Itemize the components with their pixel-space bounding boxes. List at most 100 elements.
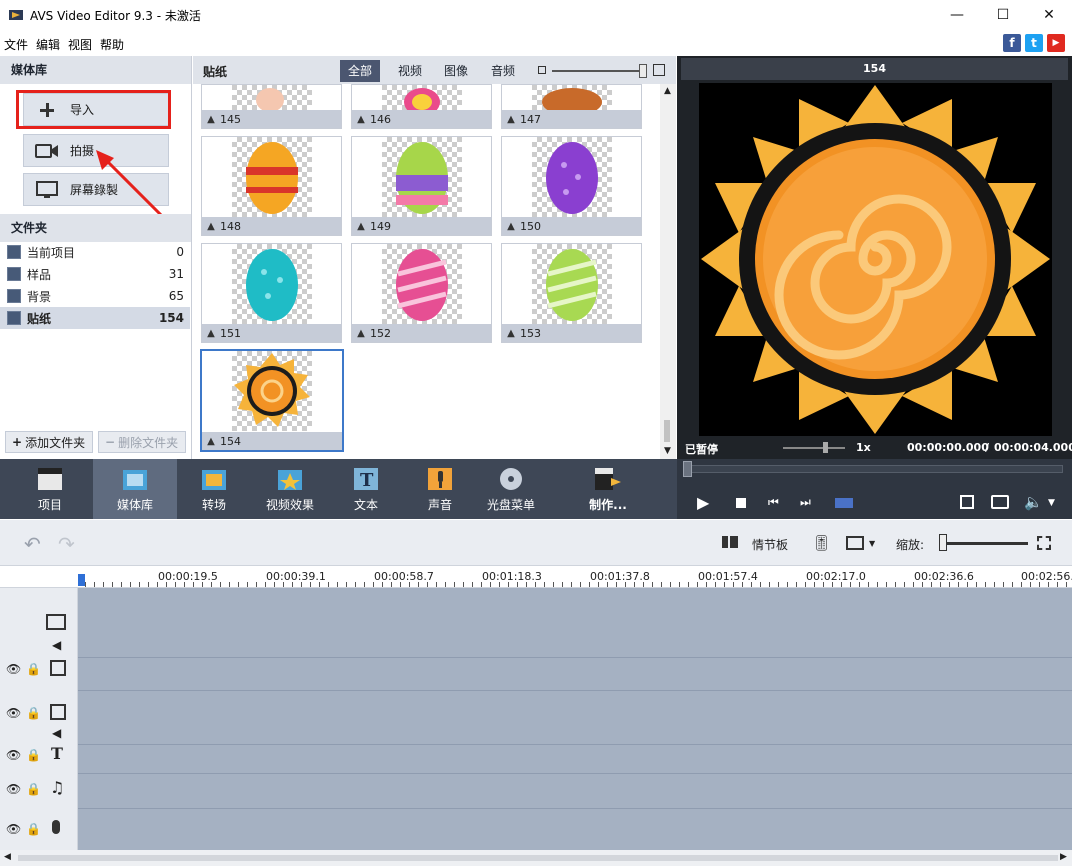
menu-help[interactable]: 帮助 xyxy=(100,36,124,53)
play-icon[interactable]: ▶ xyxy=(697,493,709,512)
snapshot-camera-icon[interactable] xyxy=(991,495,1009,509)
speed-value[interactable]: 1x xyxy=(856,441,871,454)
tool-project[interactable]: 项目 xyxy=(10,459,90,519)
zoom-slider-handle[interactable] xyxy=(939,534,947,551)
scroll-down-icon[interactable]: ▼ xyxy=(664,446,671,456)
large-thumb-icon[interactable] xyxy=(653,64,665,76)
menu-edit[interactable]: 编辑 xyxy=(36,36,60,53)
lock-icon[interactable]: 🔒 xyxy=(26,662,41,676)
thumb-size-slider[interactable] xyxy=(552,70,646,72)
tool-produce[interactable]: 制作... xyxy=(570,459,646,519)
speaker-icon[interactable]: 🔈 xyxy=(1024,493,1043,511)
menu-view[interactable]: 视图 xyxy=(68,36,92,53)
lock-icon[interactable]: 🔒 xyxy=(26,706,41,720)
next-frame-icon[interactable]: ⏭ xyxy=(800,495,811,510)
tool-disc-menu[interactable]: 光盘菜单 xyxy=(476,459,546,519)
sticker-thumbnail[interactable]: ▲ 147 xyxy=(501,84,642,129)
tab-image[interactable]: 图像 xyxy=(436,60,476,82)
folder-item-selected[interactable]: 贴纸 154 xyxy=(0,307,190,329)
facebook-icon[interactable]: f xyxy=(1003,34,1021,52)
fullscreen-icon[interactable] xyxy=(960,495,974,509)
fit-zoom-icon[interactable] xyxy=(1037,536,1051,550)
thumb-size-slider-handle[interactable] xyxy=(639,64,647,78)
audio-mixer-icon[interactable]: 🎚 xyxy=(812,534,831,552)
track-mute-icon[interactable]: ◀ xyxy=(52,638,61,652)
image-icon: ▲ xyxy=(207,113,215,125)
thumbnail-label: 147 xyxy=(520,112,541,126)
sticker-thumbnail[interactable]: ▲ 150 xyxy=(501,136,642,236)
display-dropdown-icon[interactable]: ▼ xyxy=(869,539,875,548)
eye-icon[interactable]: 👁 xyxy=(6,782,21,796)
scrollbar-thumb[interactable] xyxy=(18,855,1058,861)
sticker-thumbnail-selected[interactable]: ▲ 154 xyxy=(200,349,344,452)
aspect-ratio-icon[interactable] xyxy=(835,498,853,508)
menu-file[interactable]: 文件 xyxy=(4,36,28,53)
maximize-button[interactable]: ☐ xyxy=(980,0,1026,30)
folder-checkbox-icon[interactable] xyxy=(7,289,21,303)
lock-icon[interactable]: 🔒 xyxy=(26,782,41,796)
effects-track-icon xyxy=(50,660,66,676)
scroll-right-icon[interactable]: ▶ xyxy=(1060,852,1067,862)
add-folder-button[interactable]: + 添加文件夹 xyxy=(5,431,93,453)
zoom-slider[interactable] xyxy=(942,542,1028,545)
tab-all[interactable]: 全部 xyxy=(340,60,381,82)
sticker-thumbnail[interactable]: ▲ 146 xyxy=(351,84,492,129)
volume-dropdown-icon[interactable]: ▼ xyxy=(1048,498,1055,508)
storyboard-label[interactable]: 情节板 xyxy=(752,536,788,553)
timeline-scrollbar[interactable]: ◀ ▶ xyxy=(0,850,1072,866)
folder-item[interactable]: 当前项目 0 xyxy=(0,241,190,263)
tool-text[interactable]: T 文本 xyxy=(334,459,398,519)
display-mode-icon[interactable] xyxy=(846,536,864,550)
tool-audio[interactable]: 声音 xyxy=(408,459,472,519)
tab-audio[interactable]: 音频 xyxy=(483,60,523,82)
folder-checkbox-icon[interactable] xyxy=(7,245,21,259)
lock-icon[interactable]: 🔒 xyxy=(26,748,41,762)
playhead-marker[interactable] xyxy=(78,574,85,586)
scroll-left-icon[interactable]: ◀ xyxy=(4,852,11,862)
sticker-thumbnail[interactable]: ▲ 145 xyxy=(201,84,342,129)
thumbnail-label: 146 xyxy=(370,112,391,126)
storyboard-icon[interactable] xyxy=(722,536,746,548)
eye-icon[interactable]: 👁 xyxy=(6,822,21,836)
sticker-thumbnail[interactable]: ▲ 153 xyxy=(501,243,642,343)
redo-icon[interactable]: ↷ xyxy=(58,532,75,556)
folder-checkbox-icon[interactable] xyxy=(7,311,21,325)
delete-folder-button[interactable]: − 删除文件夹 xyxy=(98,431,186,453)
tool-media-library[interactable]: 媒体库 xyxy=(93,459,177,519)
twitter-icon[interactable]: t xyxy=(1025,34,1043,52)
folder-item[interactable]: 背景 65 xyxy=(0,285,190,307)
title-bar: AVS Video Editor 9.3 - 未激活 — ☐ ✕ xyxy=(0,0,1072,30)
lock-icon[interactable]: 🔒 xyxy=(26,822,41,836)
scroll-up-icon[interactable]: ▲ xyxy=(664,86,671,96)
sticker-thumbnail[interactable]: ▲ 148 xyxy=(201,136,342,236)
folder-item[interactable]: 样品 31 xyxy=(0,263,190,285)
eye-icon[interactable]: 👁 xyxy=(6,662,21,676)
minimize-button[interactable]: — xyxy=(934,0,980,30)
tool-label: 媒体库 xyxy=(116,498,153,512)
track-mute-icon[interactable]: ◀ xyxy=(52,726,61,740)
tab-video[interactable]: 视频 xyxy=(390,60,430,82)
tool-transitions[interactable]: 转场 xyxy=(180,459,248,519)
youtube-icon[interactable]: ▶ xyxy=(1047,34,1065,52)
volume-slider-handle[interactable] xyxy=(823,442,828,453)
close-button[interactable]: ✕ xyxy=(1026,0,1072,30)
scrollbar-thumb[interactable] xyxy=(664,420,670,442)
music-track-icon: ♫ xyxy=(50,778,65,797)
sticker-thumbnail[interactable]: ▲ 151 xyxy=(201,243,342,343)
stop-icon[interactable] xyxy=(736,498,746,508)
sticker-thumbnail[interactable]: ▲ 149 xyxy=(351,136,492,236)
previous-frame-icon[interactable]: ⏮ xyxy=(768,495,779,510)
sticker-thumbnail[interactable]: ▲ 152 xyxy=(351,243,492,343)
voice-track-mic-icon xyxy=(52,820,60,834)
eye-icon[interactable]: 👁 xyxy=(6,748,21,762)
small-thumb-icon[interactable] xyxy=(538,66,546,74)
gallery-scrollbar[interactable]: ▲ ▼ xyxy=(660,84,676,459)
eye-icon[interactable]: 👁 xyxy=(6,706,21,720)
tool-video-effects[interactable]: 视频效果 xyxy=(252,459,328,519)
volume-slider[interactable] xyxy=(783,447,845,449)
folder-checkbox-icon[interactable] xyxy=(7,267,21,281)
seek-bar[interactable] xyxy=(683,465,1063,473)
undo-icon[interactable]: ↶ xyxy=(24,532,41,556)
seek-handle[interactable] xyxy=(683,461,692,477)
timeline-tracks[interactable] xyxy=(78,588,1072,850)
